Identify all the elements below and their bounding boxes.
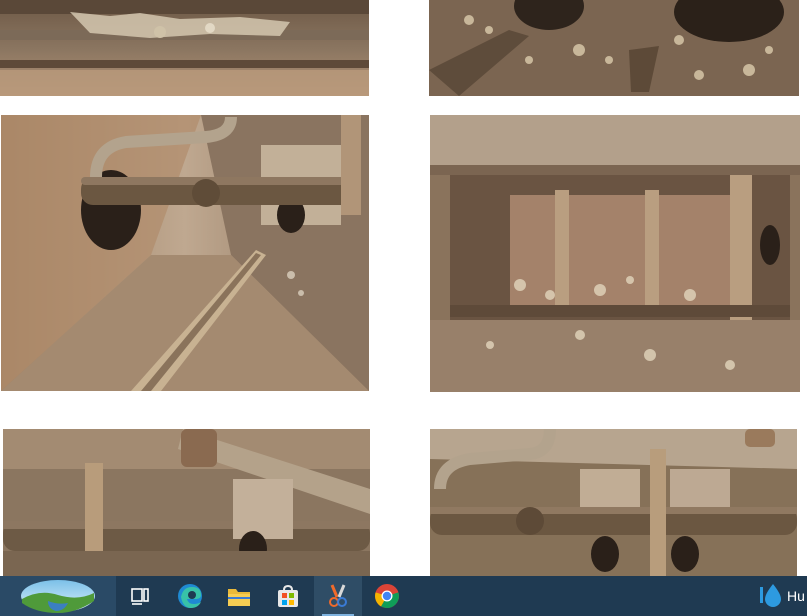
photo-4 — [430, 115, 800, 392]
photo-1 — [0, 0, 369, 96]
photo-5 — [3, 429, 370, 576]
file-explorer-icon[interactable] — [215, 576, 263, 616]
chrome-icon[interactable] — [363, 576, 411, 616]
weather-text: Hu — [787, 588, 805, 604]
taskbar: Hu — [0, 576, 807, 616]
task-view-icon[interactable] — [116, 576, 164, 616]
photo-3 — [1, 115, 369, 391]
photo-6 — [430, 429, 797, 576]
edge-icon[interactable] — [166, 576, 214, 616]
snipping-tool-icon[interactable] — [314, 576, 362, 616]
weather-drop-icon — [757, 581, 783, 612]
store-icon[interactable] — [264, 576, 312, 616]
landscape-start-icon[interactable] — [0, 576, 116, 616]
weather-widget[interactable]: Hu — [757, 576, 807, 616]
photo-2 — [429, 0, 799, 96]
